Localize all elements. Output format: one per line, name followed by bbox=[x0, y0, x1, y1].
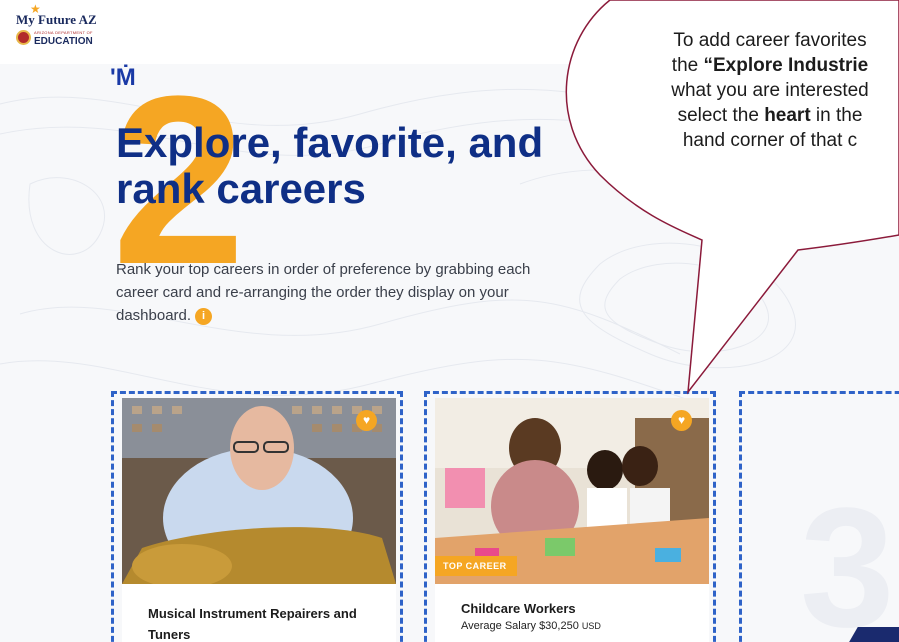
callout-text: To add career favorites the “Explore Ind… bbox=[560, 28, 899, 153]
salary-unit: USD bbox=[581, 621, 601, 631]
page-description: Rank your top careers in order of prefer… bbox=[116, 258, 556, 327]
callout-line: what you are interested bbox=[671, 80, 869, 101]
logo-education: EDUCATION bbox=[34, 36, 93, 47]
logo-subtitle: ARIZONA DEPARTMENT OF bbox=[34, 30, 93, 35]
callout-line: hand corner of that c bbox=[682, 130, 858, 151]
info-icon[interactable]: i bbox=[195, 307, 213, 325]
logo-title: My Future AZ bbox=[16, 12, 97, 27]
salary-value: Average Salary $30,250 bbox=[461, 620, 579, 632]
callout-bold: heart bbox=[764, 105, 811, 126]
callout-line: select the heart in the bbox=[560, 103, 899, 128]
callout-line: To add career favorites bbox=[673, 30, 867, 51]
career-card[interactable]: ♥ Musical Instrument Repairers and Tuner… bbox=[122, 398, 396, 642]
callout-span: the bbox=[671, 55, 704, 76]
card-image bbox=[122, 398, 396, 584]
callout-span: select the bbox=[677, 105, 765, 126]
seal-icon bbox=[16, 30, 31, 45]
heart-icon[interactable]: ♥ bbox=[671, 410, 692, 431]
callout-line: the “Explore Industrie bbox=[560, 53, 899, 78]
card-title: Childcare Workers bbox=[461, 601, 576, 616]
slot-number: 3 bbox=[800, 473, 895, 642]
card-salary: Average Salary $30,250 USD bbox=[461, 620, 601, 632]
career-card[interactable]: TOP CAREER ♥ Childcare Workers Average S… bbox=[435, 398, 709, 642]
callout-bold: “Explore Industrie bbox=[703, 55, 869, 76]
description-text: Rank your top careers in order of prefer… bbox=[116, 261, 531, 324]
top-career-badge: TOP CAREER bbox=[435, 556, 517, 576]
page-heading: Explore, favorite, and rank careers bbox=[116, 119, 544, 212]
callout-span: in the bbox=[810, 105, 863, 126]
card-title: Musical Instrument Repairers and Tuners bbox=[148, 606, 357, 642]
heart-icon[interactable]: ♥ bbox=[356, 410, 377, 431]
